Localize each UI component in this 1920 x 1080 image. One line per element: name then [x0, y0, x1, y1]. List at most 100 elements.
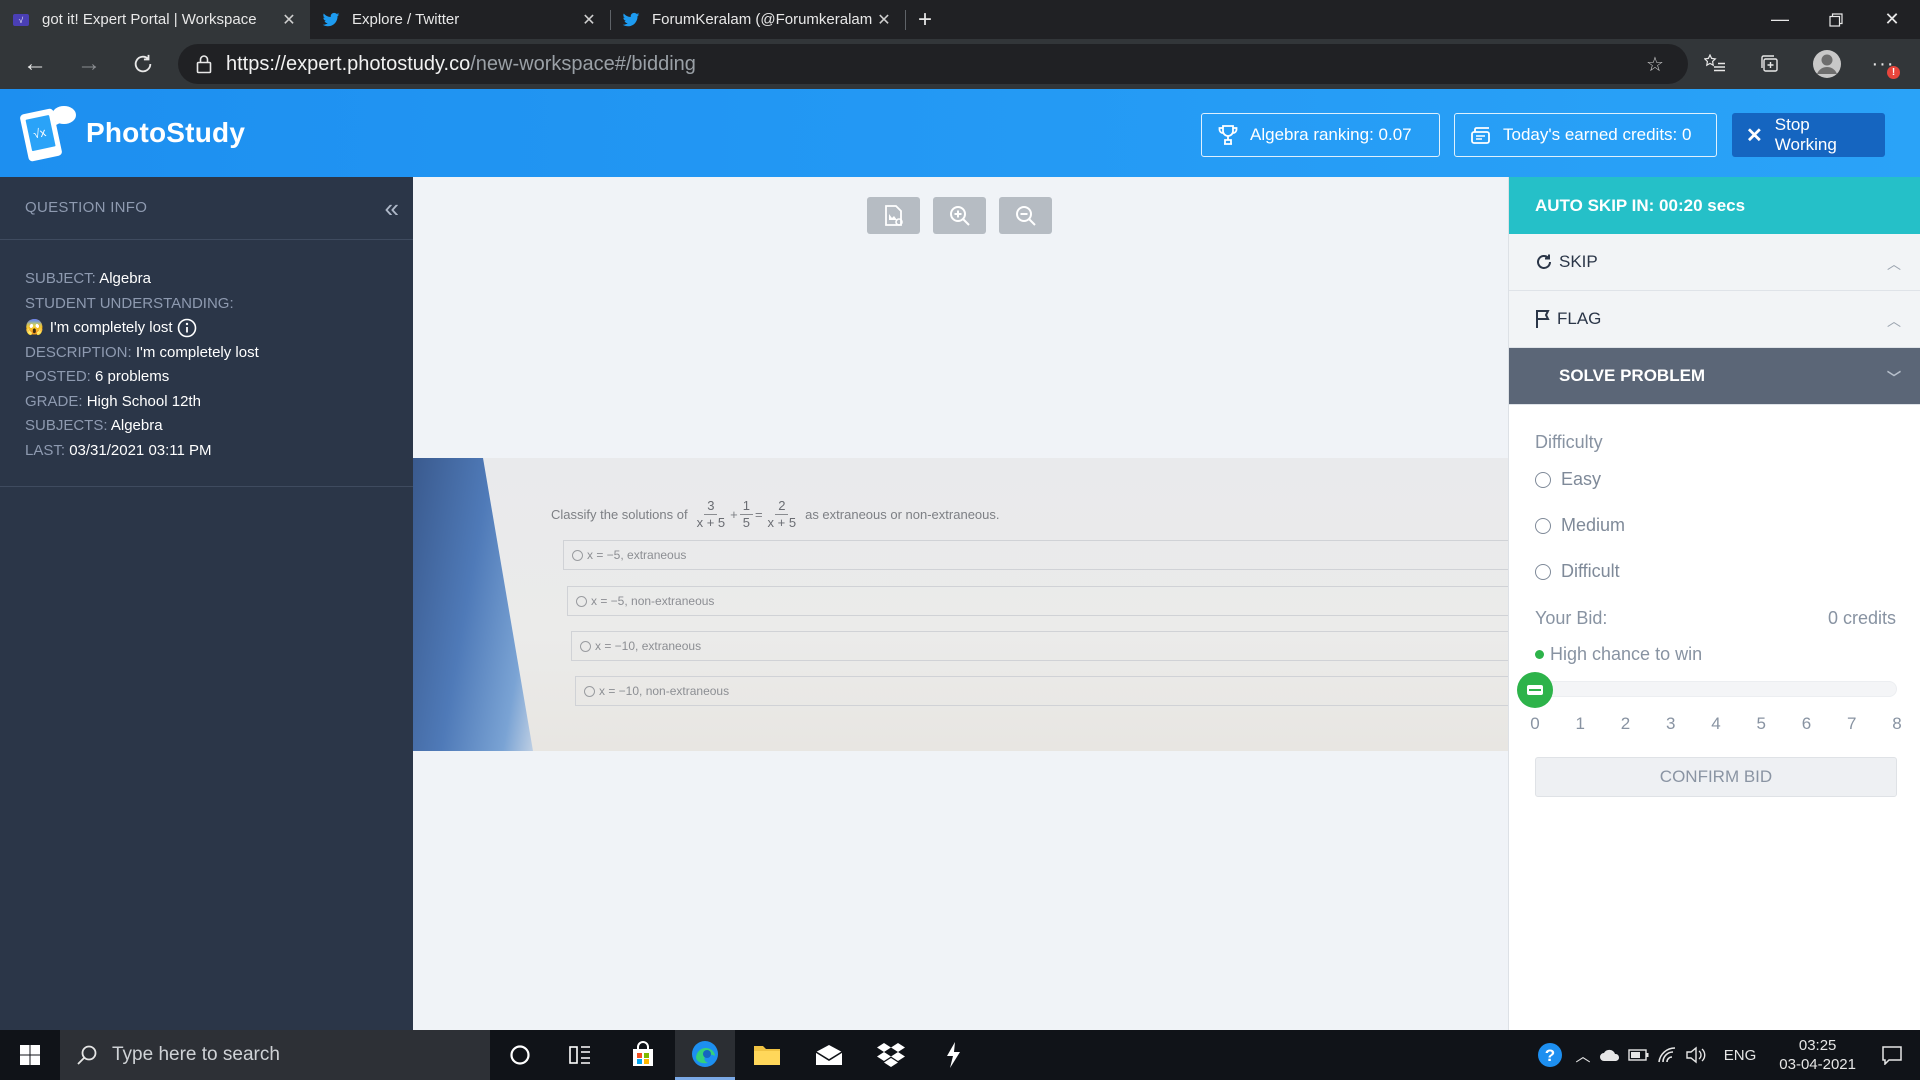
phone-logo-icon: √x: [20, 103, 78, 163]
stop-working-button[interactable]: ✕ Stop Working: [1732, 113, 1885, 157]
info-circle-icon[interactable]: [177, 318, 197, 338]
difficulty-medium-radio[interactable]: Medium: [1535, 515, 1625, 536]
volume-icon[interactable]: [1682, 1030, 1710, 1080]
taskbar-search-input[interactable]: Type here to search: [60, 1030, 490, 1080]
slider-tick-label: 8: [1892, 714, 1902, 733]
microsoft-store-icon[interactable]: [613, 1030, 673, 1080]
info-row-subject: SUBJECT: Algebra: [25, 270, 151, 287]
flag-label: FLAG: [1557, 309, 1602, 328]
edge-browser-icon[interactable]: [675, 1030, 735, 1080]
ranking-label: Algebra ranking: 0.07: [1250, 125, 1412, 144]
answer-choice: x = −5, extraneous: [563, 540, 1508, 570]
problem-prompt: Classify the solutions of 3x + 5 + 15 = …: [551, 498, 1000, 531]
zoom-out-button[interactable]: [999, 197, 1052, 234]
tab-title: ForumKeralam (@Forumkeralam: [652, 11, 873, 28]
photo-blue-edge: [413, 458, 533, 751]
flag-icon: [1535, 309, 1551, 329]
svg-text:√: √: [19, 16, 24, 25]
close-window-icon[interactable]: ✕: [1864, 0, 1920, 39]
windows-taskbar: Type here to search ? ︿ ENG 03:25 03-04-…: [0, 1030, 1920, 1080]
chevron-up-icon: ︿: [1887, 313, 1901, 329]
info-row-grade: GRADE: High School 12th: [25, 392, 201, 410]
gotit-favicon-icon: √: [12, 11, 30, 29]
notifications-icon[interactable]: [1864, 1030, 1920, 1080]
algebra-ranking-button[interactable]: Algebra ranking: 0.07: [1201, 113, 1440, 157]
zoom-in-button[interactable]: [933, 197, 986, 234]
solve-problem-accordion[interactable]: SOLVE PROBLEM ﹀: [1509, 348, 1920, 405]
slider-tick-label: 0: [1530, 714, 1540, 733]
address-bar[interactable]: https://expert.photostudy.co/new-workspa…: [178, 44, 1688, 84]
confirm-bid-button[interactable]: CONFIRM BID: [1535, 757, 1897, 797]
tab-twitter-explore[interactable]: Explore / Twitter ✕: [310, 0, 610, 39]
language-indicator[interactable]: ENG: [1718, 1030, 1762, 1080]
slider-grip-icon: [1527, 685, 1543, 695]
collections-icon[interactable]: [1751, 45, 1789, 83]
flag-accordion[interactable]: FLAG ︿: [1509, 291, 1920, 348]
forward-arrow-icon[interactable]: →: [70, 45, 108, 83]
help-icon[interactable]: ?: [1530, 1030, 1570, 1080]
tab-twitter-forumkeralam[interactable]: ForumKeralam (@Forumkeralam ✕: [610, 0, 905, 39]
bid-slider-track[interactable]: [1535, 681, 1897, 697]
fraction-3: 2x + 5: [767, 498, 797, 530]
win-chance-label: High chance to win: [1550, 644, 1703, 664]
image-search-icon: [881, 203, 907, 229]
coins-icon: [1469, 123, 1503, 147]
tab-gotit-workspace[interactable]: √ got it! Expert Portal | Workspace ✕: [0, 0, 310, 39]
answer-choice: x = −10, non-extraneous: [575, 676, 1508, 706]
dropbox-icon[interactable]: [861, 1030, 921, 1080]
your-bid-label: Your Bid:: [1535, 608, 1608, 628]
earned-credits-button[interactable]: Today's earned credits: 0: [1454, 113, 1717, 157]
lock-icon: [196, 54, 212, 74]
skip-accordion[interactable]: SKIP ︿: [1509, 234, 1920, 291]
fit-image-button[interactable]: [867, 197, 920, 234]
file-explorer-icon[interactable]: [737, 1030, 797, 1080]
chevron-up-icon[interactable]: ︿: [1572, 1030, 1594, 1080]
windows-start-icon[interactable]: [0, 1030, 60, 1080]
clock-time: 03:25: [1798, 1037, 1837, 1054]
tab-close-icon[interactable]: ✕: [580, 10, 598, 30]
bidding-panel: AUTO SKIP IN: 00:20 secs SKIP ︿ FLAG ︿ S…: [1508, 177, 1920, 1030]
trophy-icon: [1216, 123, 1250, 147]
task-view-icon[interactable]: [550, 1030, 610, 1080]
app-bolt-icon[interactable]: [923, 1030, 983, 1080]
difficulty-label: Difficulty: [1535, 432, 1603, 452]
slider-tick-label: 3: [1666, 714, 1676, 733]
twitter-favicon-icon: [622, 11, 640, 29]
refresh-icon: [1535, 253, 1553, 271]
bid-slider-handle[interactable]: [1517, 672, 1553, 708]
app-name: PhotoStudy: [86, 117, 246, 148]
favorite-star-icon[interactable]: ☆: [1636, 45, 1674, 83]
cloud-icon[interactable]: [1596, 1030, 1624, 1080]
problem-photo: Classify the solutions of 3x + 5 + 15 = …: [413, 458, 1508, 751]
fraction-1: 3x + 5: [696, 498, 726, 530]
new-tab-icon[interactable]: +: [905, 0, 945, 39]
battery-icon[interactable]: [1626, 1030, 1652, 1080]
question-info-title: QUESTION INFO: [25, 199, 148, 216]
answer-choice: x = −10, extraneous: [571, 631, 1508, 661]
minimize-icon[interactable]: —: [1752, 0, 1808, 39]
tab-close-icon[interactable]: ✕: [875, 10, 893, 30]
tab-title: got it! Expert Portal | Workspace: [42, 11, 257, 28]
reload-icon[interactable]: [124, 45, 162, 83]
wifi-icon[interactable]: [1654, 1030, 1680, 1080]
radio-circle[interactable]: [1535, 471, 1551, 488]
slider-tick-label: 4: [1711, 714, 1721, 733]
difficulty-easy-radio[interactable]: Easy: [1535, 469, 1601, 490]
profile-avatar-icon[interactable]: [1808, 45, 1846, 83]
radio-circle[interactable]: [1535, 563, 1551, 580]
radio-circle[interactable]: [1535, 517, 1551, 534]
photostudy-logo[interactable]: √x PhotoStudy: [20, 103, 245, 163]
back-arrow-icon[interactable]: ←: [16, 45, 54, 83]
settings-more-icon[interactable]: ··· !: [1864, 45, 1902, 83]
collapse-chevrons-icon[interactable]: «: [385, 193, 399, 224]
tab-close-icon[interactable]: ✕: [280, 10, 298, 30]
fraction-2: 15: [739, 498, 753, 531]
difficulty-difficult-radio[interactable]: Difficult: [1535, 561, 1620, 582]
taskbar-clock[interactable]: 03:25 03-04-2021: [1779, 1036, 1856, 1074]
problem-viewer: Classify the solutions of 3x + 5 + 15 = …: [413, 177, 1508, 1030]
mail-icon[interactable]: [799, 1030, 859, 1080]
restore-icon[interactable]: [1808, 0, 1864, 39]
favorites-list-icon[interactable]: [1696, 45, 1734, 83]
slider-tick-label: 1: [1575, 714, 1585, 733]
cortana-icon[interactable]: [490, 1030, 550, 1080]
